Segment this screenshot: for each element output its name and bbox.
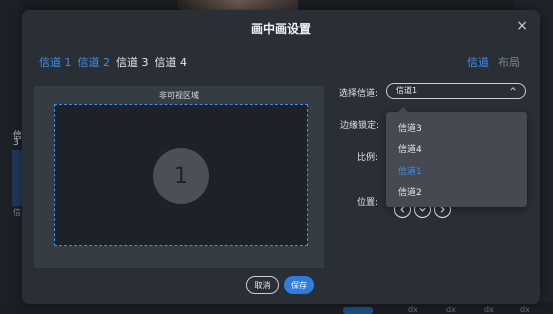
mode-tabs: 信道 布局 (467, 54, 520, 70)
channel-select[interactable]: 信道1 (386, 83, 526, 99)
tab-channel-3[interactable]: 信道 3 (116, 54, 149, 70)
dropdown-option-channel-1[interactable]: 信道1 (398, 164, 422, 177)
tab-layout-mode[interactable]: 布局 (498, 54, 520, 70)
background-blue-button (343, 307, 373, 314)
edge-lock-label: 边缘锁定: (340, 121, 380, 131)
background-left-panel: 信 3 信 (0, 0, 22, 314)
channel-dropdown-menu: 信道3 信道4 信道1 信道2 (386, 107, 527, 207)
visible-area-frame: 1 (54, 104, 308, 246)
background-video-thumbnail (178, 0, 298, 10)
dropdown-option-channel-3[interactable]: 信道3 (398, 121, 422, 134)
cancel-button[interactable]: 取消 (246, 276, 279, 294)
select-channel-label: 选择信道: (339, 89, 379, 99)
position-label: 位置: (357, 198, 379, 208)
tab-channel-mode[interactable]: 信道 (467, 54, 489, 70)
channel-select-value: 信道1 (396, 86, 418, 95)
preview-canvas: 非可视区域 1 (34, 86, 324, 268)
background-thumbnail (12, 150, 22, 206)
dropdown-option-channel-4[interactable]: 信道4 (398, 142, 422, 155)
background-text: 信 (13, 208, 21, 217)
dropdown-option-channel-2[interactable]: 信道2 (398, 185, 422, 198)
save-button[interactable]: 保存 (284, 276, 314, 294)
channel-tabs: 信道 1 信道 2 信道 3 信道 4 (39, 54, 187, 70)
background-text: 3 (13, 138, 19, 148)
dialog-title: 画中画设置 (250, 22, 311, 36)
background-label: dx (484, 305, 494, 314)
non-visible-area-label: 非可视区域 (159, 91, 199, 100)
close-icon[interactable]: × (516, 18, 528, 34)
background-label: dx (446, 305, 456, 314)
tab-channel-2[interactable]: 信道 2 (78, 54, 111, 70)
dropdown-caret (398, 107, 408, 112)
pip-channel-marker[interactable]: 1 (153, 148, 209, 204)
chevron-up-icon (509, 84, 517, 98)
tab-channel-1[interactable]: 信道 1 (39, 54, 72, 70)
background-label: dx (520, 305, 530, 314)
ratio-label: 比例: (357, 153, 379, 163)
tab-channel-4[interactable]: 信道 4 (155, 54, 188, 70)
background-label: dx (408, 305, 418, 314)
